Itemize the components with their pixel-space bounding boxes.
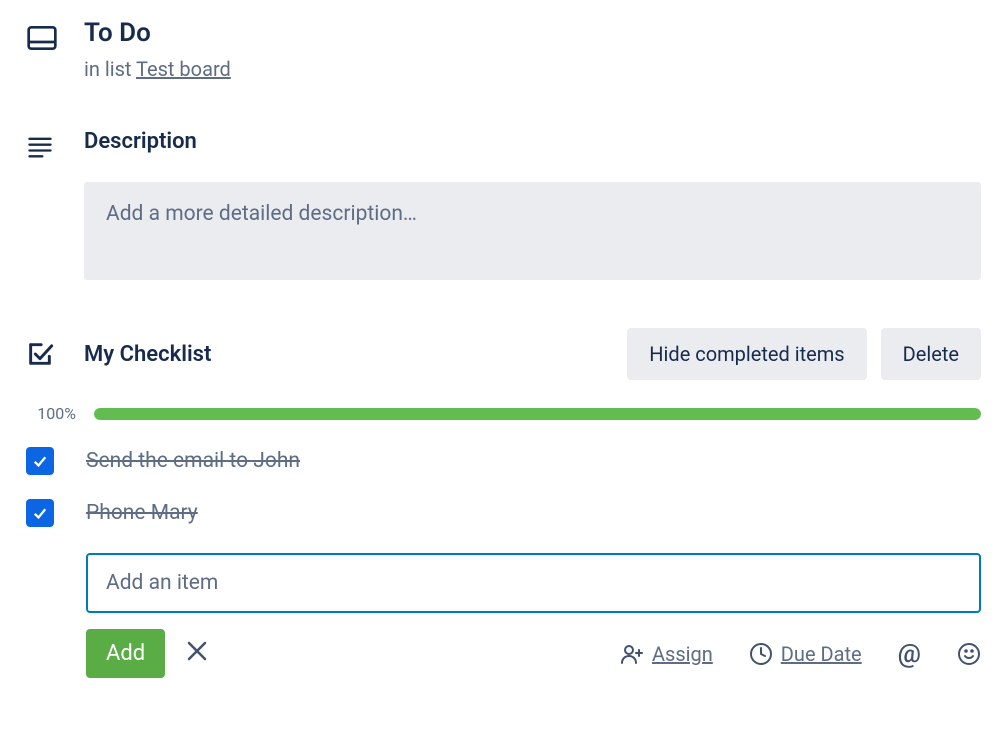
checklist-item[interactable]: Phone Mary [26,499,981,527]
checkbox[interactable] [26,499,54,527]
close-icon[interactable] [185,636,209,671]
checklist-title[interactable]: My Checklist [84,342,211,367]
checkbox[interactable] [26,447,54,475]
description-input[interactable]: Add a more detailed description… [84,182,981,280]
due-date-button[interactable]: Due Date [749,642,862,666]
emoji-icon [957,642,981,666]
mention-button[interactable]: @ [898,639,921,669]
checklist-item[interactable]: Send the email to John [26,447,981,475]
card-icon [26,22,58,54]
description-heading: Description [84,129,981,154]
list-link[interactable]: Test board [136,57,231,81]
card-title[interactable]: To Do [84,18,981,49]
card-subtitle: in list Test board [84,57,981,81]
clock-icon [749,642,773,666]
checklist-icon [26,340,54,368]
add-item-input[interactable] [86,553,981,613]
emoji-button[interactable] [957,642,981,666]
checklist-item-text: Send the email to John [86,449,300,473]
progress-bar [94,408,981,420]
add-button[interactable]: Add [86,629,165,678]
description-icon [26,133,54,161]
assign-icon [620,642,644,666]
checklist-item-text: Phone Mary [86,501,198,525]
assign-button[interactable]: Assign [620,642,713,666]
delete-checklist-button[interactable]: Delete [881,328,981,380]
hide-completed-button[interactable]: Hide completed items [627,328,866,380]
progress-percent: 100% [26,404,76,423]
mention-icon: @ [898,639,921,669]
